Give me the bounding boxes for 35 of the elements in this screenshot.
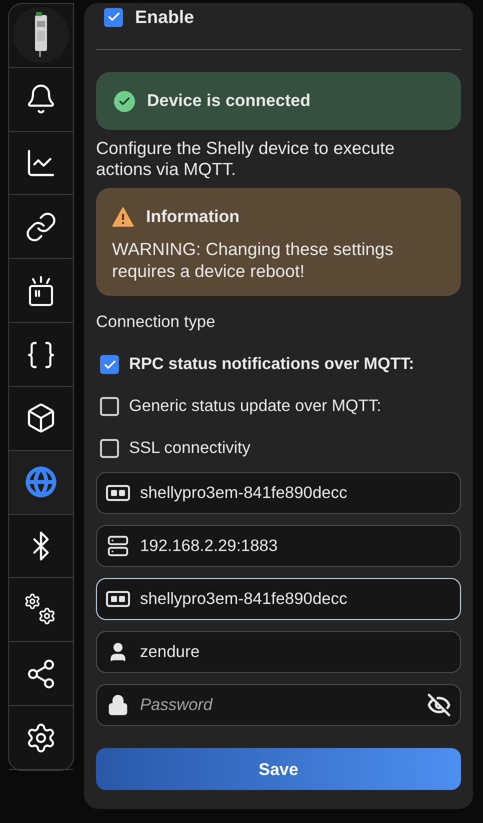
link-icon	[25, 210, 57, 243]
info-title: Information	[146, 206, 240, 228]
input-field[interactable]: zendure	[96, 631, 461, 674]
option-label: RPC status notifications over MQTT:	[129, 354, 414, 376]
enable-label: Enable	[135, 6, 194, 28]
globe-icon	[25, 466, 57, 498]
bell-icon	[25, 83, 57, 116]
option-label: Generic status update over MQTT:	[129, 396, 382, 418]
server-icon	[107, 535, 129, 558]
text-field-icon	[106, 591, 130, 608]
input-field[interactable]: Password	[96, 684, 461, 726]
push-button-icon	[26, 274, 56, 307]
cube-icon	[25, 402, 57, 434]
settings-icon	[25, 722, 57, 754]
connection-type-label: Connection type	[96, 312, 216, 332]
status-text: Device is connected	[147, 90, 310, 112]
input-field[interactable]: shellypro3em-841fe890decc	[96, 472, 461, 514]
save-button[interactable]: Save	[96, 748, 461, 790]
input-field[interactable]: shellypro3em-841fe890decc	[96, 578, 461, 620]
check-icon	[106, 10, 120, 24]
warning-icon	[112, 206, 134, 227]
info-text: WARNING: Changing these settings requires a device reboot!	[112, 238, 394, 282]
lock-icon	[107, 694, 129, 716]
sidebar-item[interactable]	[9, 4, 73, 68]
description: Configure the Shelly device to execute actions via MQTT.	[96, 138, 396, 180]
checkbox[interactable]	[100, 397, 119, 416]
checkbox[interactable]	[100, 355, 119, 374]
hide-password-icon[interactable]	[427, 693, 451, 718]
share-icon	[25, 658, 57, 690]
option-label: SSL connectivity	[129, 438, 250, 460]
input-field[interactable]: 192.168.2.29:1883	[96, 525, 461, 568]
checkbox[interactable]	[104, 8, 123, 26]
text-field-icon	[106, 485, 130, 502]
checkbox[interactable]	[100, 439, 119, 458]
check-icon	[102, 358, 116, 372]
